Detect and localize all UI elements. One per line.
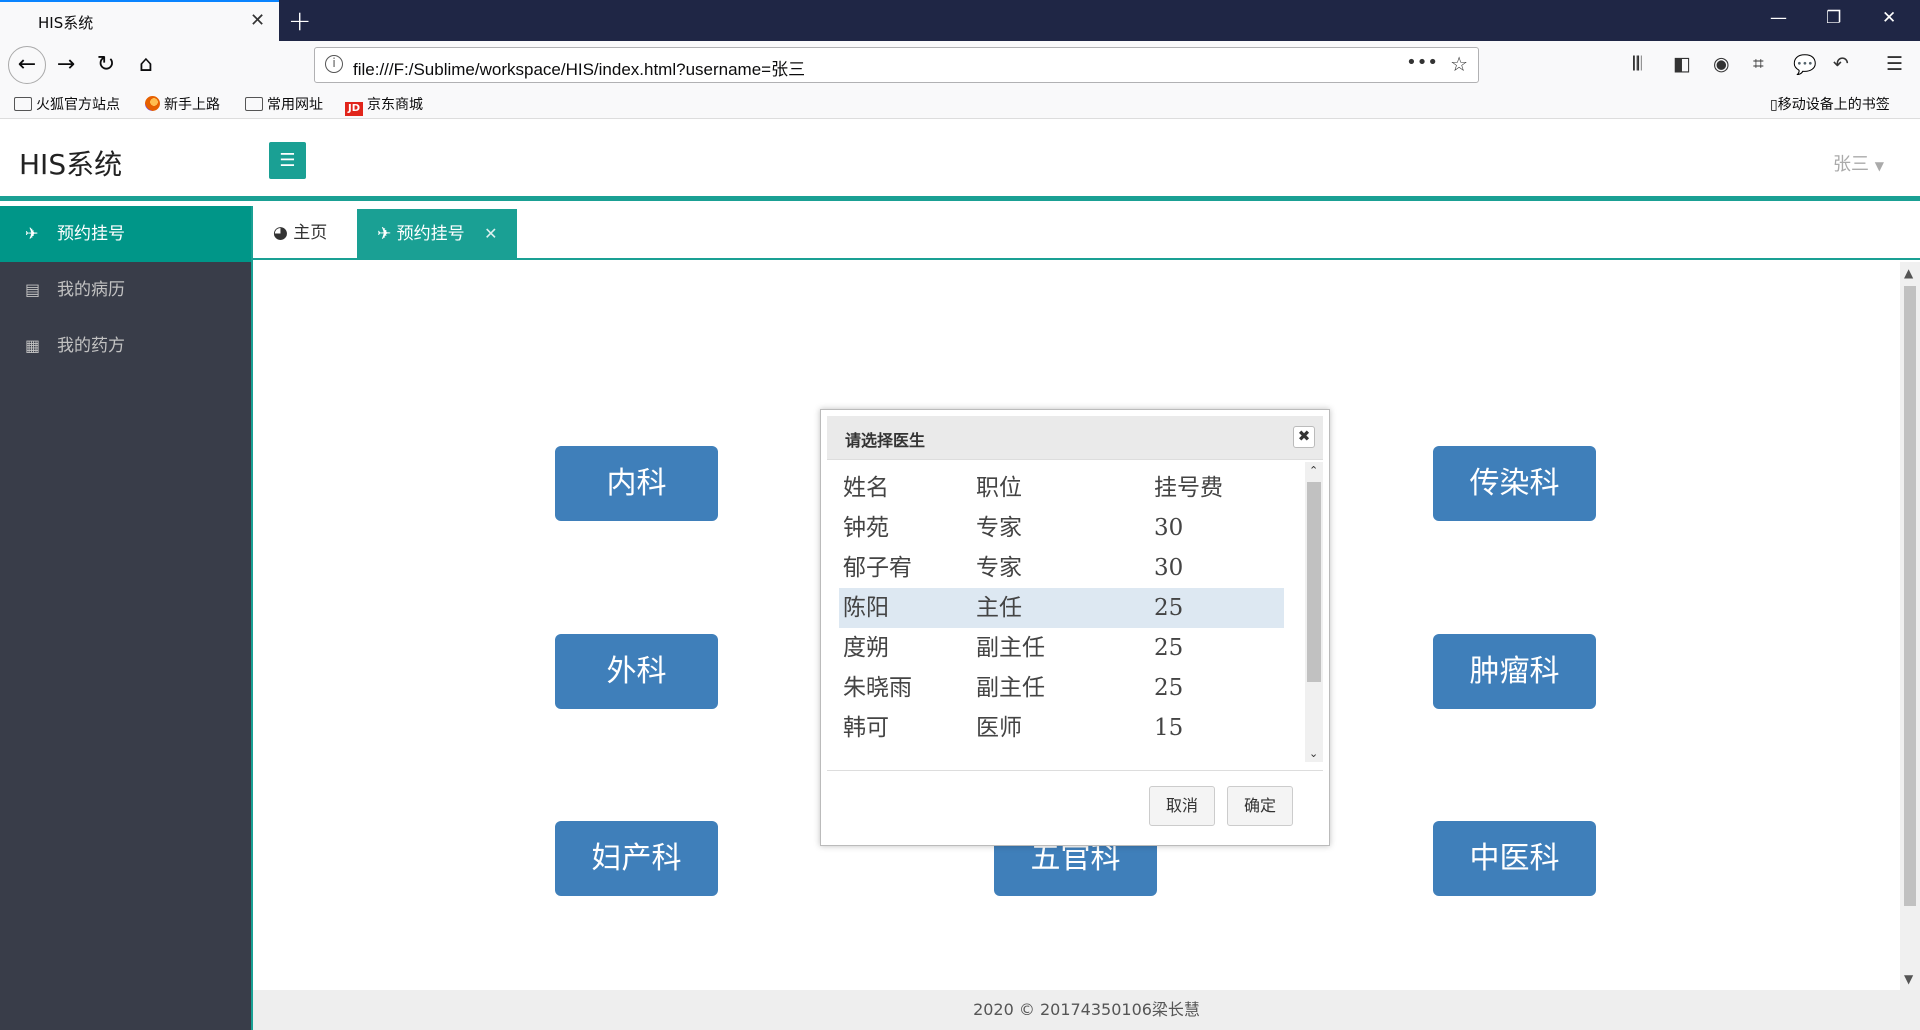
user-menu[interactable]: 张三 ▼	[1833, 150, 1884, 176]
doctor-row[interactable]: 朱晓雨 副主任 25	[839, 668, 1284, 708]
scroll-up-icon[interactable]: ▲	[1904, 266, 1913, 280]
library-icon[interactable]: 𝄃𝄃	[1633, 53, 1642, 75]
calendar-icon: ▦	[25, 336, 41, 355]
mobile-device-icon: ▯	[1770, 97, 1778, 113]
url-bar[interactable]: i file:///F:/Sublime/workspace/HIS/index…	[314, 47, 1479, 83]
dept-button-tcm[interactable]: 中医科	[1433, 821, 1596, 896]
jd-icon: JD	[345, 102, 363, 116]
sidebar: ✈ 预约挂号 ▤ 我的病历 ▦ 我的药方	[0, 206, 251, 1030]
forward-arrow-icon[interactable]: →	[50, 49, 82, 81]
dept-button-infectious[interactable]: 传染科	[1433, 446, 1596, 521]
reload-icon[interactable]: ↻	[90, 49, 122, 81]
restore-icon[interactable]: ❐	[1826, 8, 1841, 28]
firefox-icon	[145, 96, 160, 111]
dept-button-obstetrics[interactable]: 妇产科	[555, 821, 718, 896]
close-icon[interactable]: ✕	[250, 10, 265, 31]
chevron-up-icon[interactable]: ⌃	[1309, 464, 1318, 477]
close-icon[interactable]: ✖	[1293, 426, 1315, 448]
tab-home[interactable]: ◕ 主页	[253, 209, 347, 258]
doctor-row[interactable]: 韩可 医师 15	[839, 708, 1284, 748]
dept-button-internal[interactable]: 内科	[555, 446, 718, 521]
scroll-down-icon[interactable]: ▼	[1904, 972, 1913, 986]
chevron-down-icon[interactable]: ⌄	[1309, 747, 1318, 760]
user-name: 张三	[1833, 154, 1870, 175]
screenshot-icon[interactable]: ⌗	[1753, 53, 1764, 75]
doctor-row[interactable]: 郁子宥 专家 30	[839, 548, 1284, 588]
confirm-button[interactable]: 确定	[1227, 786, 1294, 826]
page-scrollbar[interactable]: ▲ ▼	[1900, 262, 1920, 990]
cancel-button[interactable]: 取消	[1149, 786, 1216, 826]
close-icon[interactable]: ✕	[484, 224, 497, 243]
browser-tabstrip: HIS系统 ✕ + — ❐ ✕	[0, 0, 1920, 41]
new-tab-button[interactable]: +	[288, 4, 311, 37]
browser-tab-title: HIS系统	[38, 14, 94, 32]
page-footer: 2020 © 20174350106梁长慧	[253, 990, 1920, 1030]
dept-button-oncology[interactable]: 肿瘤科	[1433, 634, 1596, 709]
menu-toggle-button[interactable]: ☰	[269, 142, 306, 179]
page-tabs: ◕ 主页 ✈ 预约挂号 ✕	[253, 206, 1920, 260]
bookmark-item[interactable]: 常用网址	[245, 94, 323, 114]
window-close-icon[interactable]: ✕	[1882, 8, 1896, 28]
document-icon: ▤	[25, 280, 41, 299]
app-header: HIS系统 ☰ 张三 ▼	[0, 119, 1920, 201]
scrollbar-thumb[interactable]	[1307, 482, 1321, 682]
bookmark-item[interactable]: 火狐官方站点	[14, 94, 120, 114]
back-arrow-icon[interactable]: ←	[8, 46, 46, 84]
doctor-list-header: 姓名 职位 挂号费	[843, 475, 1223, 501]
url-text[interactable]: file:///F:/Sublime/workspace/HIS/index.h…	[353, 55, 805, 80]
sidebar-item-appointment[interactable]: ✈ 预约挂号	[0, 206, 251, 262]
bookmark-item[interactable]: JD 京东商城	[345, 94, 423, 116]
doctor-row-selected[interactable]: 陈阳 主任 25	[839, 588, 1284, 628]
doctor-row[interactable]: 钟苑 专家 30	[839, 508, 1284, 548]
dialog-footer: 取消 确定	[827, 770, 1323, 840]
browser-navbar: ← → ↻ ⌂ i file:///F:/Sublime/workspace/H…	[0, 41, 1920, 89]
account-icon[interactable]: ◉	[1713, 53, 1730, 75]
hamburger-menu-icon[interactable]: ☰	[1886, 53, 1903, 75]
browser-tab[interactable]: HIS系统 ✕	[0, 0, 279, 41]
paper-plane-icon: ✈	[25, 224, 39, 243]
mobile-bookmarks[interactable]: ▯移动设备上的书签	[1770, 94, 1890, 114]
undo-icon[interactable]: ↶	[1833, 53, 1849, 75]
folder-icon	[14, 97, 32, 111]
select-doctor-dialog: 请选择医生 ✖ 姓名 职位 挂号费 钟苑 专家 30 郁子宥 专家 30 陈阳 …	[820, 409, 1330, 846]
dialog-scrollbar[interactable]: ⌃ ⌄	[1305, 462, 1323, 762]
dialog-header: 请选择医生 ✖	[827, 416, 1323, 460]
doctor-list: 姓名 职位 挂号费 钟苑 专家 30 郁子宥 专家 30 陈阳 主任 25 度朔	[827, 462, 1323, 770]
folder-icon	[245, 97, 263, 111]
sidebar-item-prescriptions[interactable]: ▦ 我的药方	[0, 318, 251, 374]
app-logo: HIS系统	[19, 148, 123, 181]
page-actions-icon[interactable]: •••	[1406, 52, 1438, 73]
chat-icon[interactable]: 💬	[1793, 53, 1817, 76]
dialog-title: 请选择医生	[845, 431, 926, 450]
bookmark-star-icon[interactable]: ☆	[1450, 52, 1468, 76]
tab-appointment[interactable]: ✈ 预约挂号 ✕	[357, 209, 518, 258]
dept-button-surgery[interactable]: 外科	[555, 634, 718, 709]
bookmarks-toolbar: 火狐官方站点 新手上路 常用网址 JD 京东商城 ▯移动设备上的书签	[0, 89, 1920, 119]
bookmark-item[interactable]: 新手上路	[145, 94, 220, 114]
caret-down-icon: ▼	[1874, 159, 1884, 173]
info-icon[interactable]: i	[325, 55, 343, 73]
doctor-row[interactable]: 度朔 副主任 25	[839, 628, 1284, 668]
paper-plane-icon: ✈	[377, 224, 392, 244]
sidebar-toggle-icon[interactable]: ◧	[1673, 53, 1691, 75]
sidebar-item-records[interactable]: ▤ 我的病历	[0, 262, 251, 318]
scrollbar-thumb[interactable]	[1904, 286, 1916, 906]
minimize-icon[interactable]: —	[1770, 8, 1787, 28]
dashboard-icon: ◕	[273, 223, 288, 243]
home-icon[interactable]: ⌂	[130, 49, 162, 81]
